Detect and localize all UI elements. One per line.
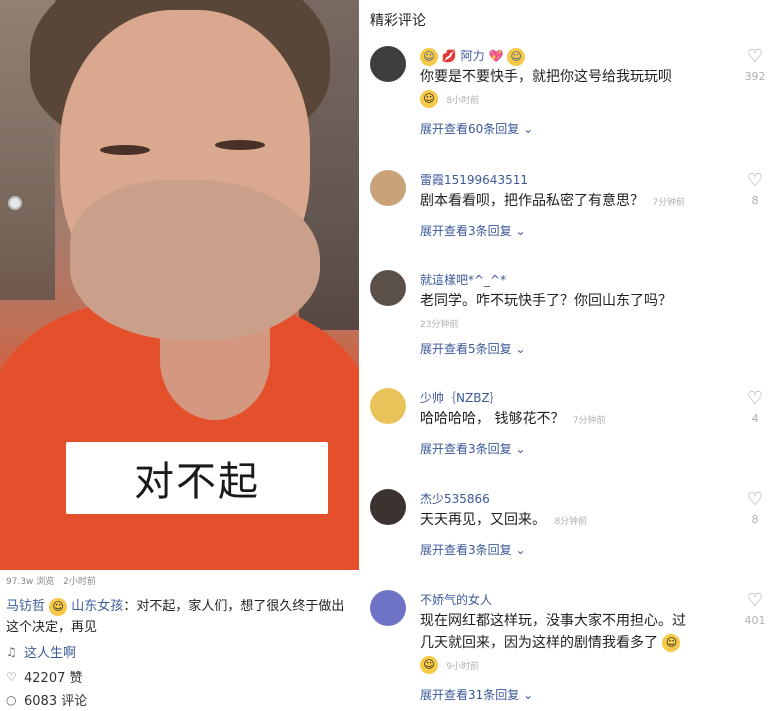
music-note-icon: ♫ <box>6 644 17 659</box>
likes-count: 42207 赞 <box>24 671 83 686</box>
comment-time: 8分钟前 <box>554 517 588 527</box>
comment-time: 9小时前 <box>446 662 480 672</box>
comments-row[interactable]: ○ 6083 评论 <box>6 690 88 710</box>
chevron-down-icon: ⌄ <box>515 543 526 557</box>
avatar[interactable] <box>370 270 406 306</box>
video-meta: 97.3w 浏览 2小时前 <box>6 574 102 587</box>
video-panel: 对不起 97.3w 浏览 2小时前 马钫哲 ☺ 山东女孩：对不起，家人们，想了很… <box>0 0 359 711</box>
video-description: 马钫哲 ☺ 山东女孩：对不起，家人们，想了很久终于做出这个决定，再见 <box>6 596 354 638</box>
comment-likes: 4 <box>751 412 759 425</box>
comment-text-content: 剧本看看呗，把作品私密了有意思？ <box>420 193 644 209</box>
comment-text: 剧本看看呗，把作品私密了有意思？ 7分钟前 <box>420 190 740 214</box>
chevron-down-icon: ⌄ <box>523 122 534 136</box>
expand-replies-label[interactable]: 展开查看5条回复 <box>420 342 512 356</box>
comment-text-content: 天天再见，又回来。 <box>420 512 546 528</box>
comment-time: 7分钟前 <box>652 198 686 208</box>
like-heart-icon: ♡ <box>6 669 17 684</box>
lips-emoji-icon: 💋 <box>441 49 457 63</box>
video-frame[interactable]: 对不起 <box>0 0 359 570</box>
comment-text: 哈哈哈哈， 钱够花不？ 7分钟前 <box>420 408 740 432</box>
smile-emoji-icon: ☺ <box>49 597 68 616</box>
video-hand <box>70 180 320 340</box>
comment-time: 7分钟前 <box>572 416 606 426</box>
heart-outline-icon[interactable]: ♡ <box>745 390 765 408</box>
post-time: 2小时前 <box>63 577 96 587</box>
heart-outline-icon[interactable]: ♡ <box>745 172 765 190</box>
expand-replies[interactable]: 展开查看3条回复 ⌄ <box>420 541 526 558</box>
comment-likes: 8 <box>751 513 759 526</box>
expand-replies-label[interactable]: 展开查看3条回复 <box>420 224 512 238</box>
comment-likes: 392 <box>744 70 766 83</box>
heart-emoji-icon: 💖 <box>488 49 504 63</box>
chevron-down-icon: ⌄ <box>515 342 526 356</box>
comments-section-title: 精彩评论 <box>370 13 426 29</box>
comment-username[interactable]: 不娇气的女人 <box>420 591 492 608</box>
comment-username[interactable]: 雷霞15199643511 <box>420 171 528 188</box>
comment-text: 天天再见，又回来。 8分钟前 <box>420 509 740 533</box>
avatar[interactable] <box>370 590 406 626</box>
avatar[interactable] <box>370 46 406 82</box>
blush-emoji-icon: ☺ <box>420 47 438 66</box>
heart-outline-icon[interactable]: ♡ <box>745 491 765 509</box>
comment-username[interactable]: 阿力 <box>461 49 485 63</box>
video-caption-overlay: 对不起 <box>66 442 328 514</box>
avatar[interactable] <box>370 489 406 525</box>
heart-outline-icon[interactable]: ♡ <box>745 592 765 610</box>
expand-replies[interactable]: 展开查看60条回复 ⌄ <box>420 120 533 137</box>
comment-text: 你要是不要快手，就把你这号给我玩玩呗 ☺ 8小时前 <box>420 66 740 112</box>
laugh-emoji-icon: ☺ <box>420 656 438 674</box>
laugh-emoji-icon: ☺ <box>420 90 438 108</box>
comment-text-content: 老同学。咋不玩快手了？你回山东了吗？ <box>420 293 672 309</box>
expand-replies-label[interactable]: 展开查看3条回复 <box>420 543 512 557</box>
chevron-down-icon: ⌄ <box>523 688 534 702</box>
grin-emoji-icon: ☺ <box>507 47 526 66</box>
expand-replies-label[interactable]: 展开查看3条回复 <box>420 442 512 456</box>
comment-time: 23分钟前 <box>420 320 459 330</box>
likes-row[interactable]: ♡ 42207 赞 <box>6 667 83 687</box>
mention-link[interactable]: 山东女孩 <box>71 599 123 614</box>
expand-replies[interactable]: 展开查看5条回复 ⌄ <box>420 340 526 357</box>
video-eye-right <box>215 140 265 150</box>
progress-dot-icon[interactable] <box>8 196 22 210</box>
expand-replies[interactable]: 展开查看3条回复 ⌄ <box>420 440 526 457</box>
comment-bubble-icon: ○ <box>6 692 17 707</box>
laugh-emoji-icon: ☺ <box>662 634 681 652</box>
expand-replies[interactable]: 展开查看31条回复 ⌄ <box>420 686 533 703</box>
comment-username[interactable]: 杰少535866 <box>420 490 490 507</box>
expand-replies-label[interactable]: 展开查看31条回复 <box>420 688 519 702</box>
comment-text: 老同学。咋不玩快手了？你回山东了吗？ 23分钟前 <box>420 290 740 336</box>
comment-text-line2: 几天就回来，因为这样的剧情我看多了 <box>420 635 658 651</box>
comment-text-content: 你要是不要快手，就把你这号给我玩玩呗 <box>420 69 672 85</box>
comment-username[interactable]: 少帅｛NZBZ｝ <box>420 389 502 406</box>
comment-text: 现在网红都这样玩，没事大家不用担心。过 几天就回来，因为这样的剧情我看多了 ☺ … <box>420 610 740 678</box>
view-count: 97.3w 浏览 <box>6 577 55 587</box>
chevron-down-icon: ⌄ <box>515 224 526 238</box>
chevron-down-icon: ⌄ <box>515 442 526 456</box>
song-title[interactable]: 这人生啊 <box>24 642 76 661</box>
comment-text-content: 哈哈哈哈， 钱够花不？ <box>420 411 565 427</box>
comment-user[interactable]: ☺ 💋 阿力 💖 ☺ <box>420 47 526 66</box>
avatar[interactable] <box>370 170 406 206</box>
comments-count: 6083 评论 <box>24 694 88 709</box>
heart-outline-icon[interactable]: ♡ <box>745 48 765 66</box>
comment-likes: 8 <box>751 194 759 207</box>
expand-replies[interactable]: 展开查看3条回复 ⌄ <box>420 222 526 239</box>
comments-panel: 精彩评论 ☺ 💋 阿力 💖 ☺ 你要是不要快手，就把你这号给我玩玩呗 ☺ 8小时… <box>362 0 783 711</box>
author-link[interactable]: 马钫哲 <box>6 599 45 614</box>
comment-text-line1: 现在网红都这样玩，没事大家不用担心。过 <box>420 613 686 629</box>
song-row[interactable]: ♫ 这人生啊 <box>6 642 76 662</box>
expand-replies-label[interactable]: 展开查看60条回复 <box>420 122 519 136</box>
video-eye-left <box>100 145 150 155</box>
comment-username[interactable]: 就這樣吧*^_^* <box>420 271 506 288</box>
comment-likes: 401 <box>744 614 766 627</box>
comment-time: 8小时前 <box>446 96 480 106</box>
avatar[interactable] <box>370 388 406 424</box>
